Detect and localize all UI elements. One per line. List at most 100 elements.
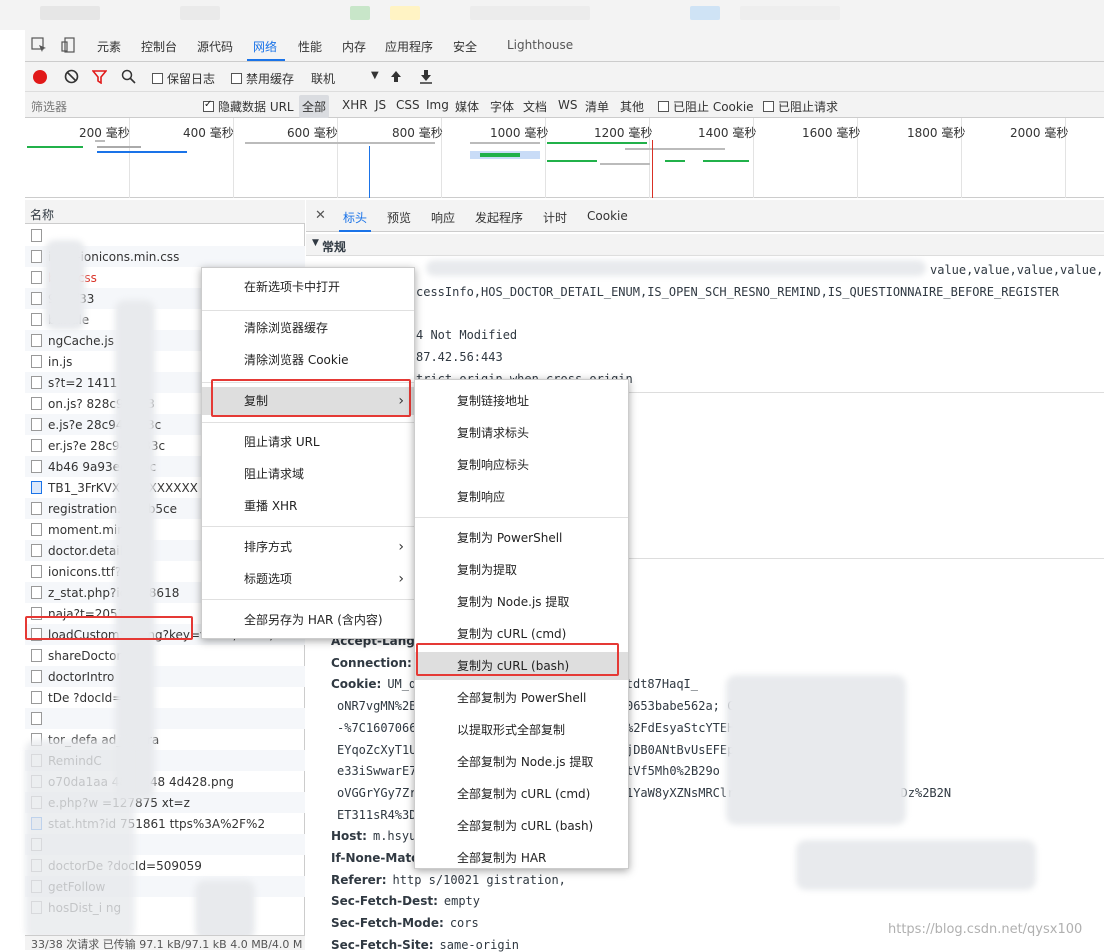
tab-initiator[interactable]: 发起程序	[475, 209, 523, 226]
blurred-region	[115, 300, 155, 800]
submenu-copy-all-curl-cmd[interactable]: 全部复制为 cURL (cmd)	[415, 780, 628, 808]
submenu-copy-node-fetch[interactable]: 复制为 Node.js 提取	[415, 588, 628, 616]
tab-elements[interactable]: 元素	[97, 38, 121, 55]
tab-response[interactable]: 响应	[431, 209, 455, 226]
blocked-requests-checkbox[interactable]: 已阻止请求	[763, 98, 838, 115]
filter-bar: 筛选器 隐藏数据 URL 全部 XHR JS CSS Img 媒体 字体 文档 …	[25, 92, 1104, 118]
tab-security[interactable]: 安全	[453, 38, 477, 55]
record-icon[interactable]	[33, 70, 47, 84]
type-filter-ws[interactable]: WS	[558, 98, 577, 112]
submenu-copy-all-fetch[interactable]: 以提取形式全部复制	[415, 716, 628, 744]
timing-bar	[625, 148, 725, 150]
general-line: value,value,value,value,va	[930, 263, 1104, 277]
time-tick: 200 毫秒	[79, 126, 130, 140]
type-filter-img[interactable]: Img	[426, 98, 449, 112]
file-icon	[31, 334, 42, 347]
tab-network[interactable]: 网络	[253, 38, 277, 55]
request-header-line: Referer: http s/10021 gistration,	[331, 873, 566, 887]
menu-open-new-tab[interactable]: 在新选项卡中打开	[202, 273, 414, 301]
inspect-element-icon[interactable]	[31, 37, 47, 53]
file-icon	[31, 376, 42, 389]
submenu-copy-powershell[interactable]: 复制为 PowerShell	[415, 524, 628, 552]
menu-sort-label: 排序方式	[244, 540, 293, 554]
preserve-log-checkbox[interactable]: 保留日志	[152, 70, 215, 87]
export-har-icon[interactable]	[419, 69, 433, 87]
request-row[interactable]: doctorIntro	[25, 666, 305, 687]
submenu-copy-response[interactable]: 复制响应	[415, 483, 628, 511]
tab-memory[interactable]: 内存	[342, 38, 366, 55]
highlight-box-curl-bash	[416, 643, 619, 676]
disable-cache-label: 禁用缓存	[246, 72, 295, 86]
submenu-copy-all-curl-bash[interactable]: 全部复制为 cURL (bash)	[415, 812, 628, 840]
header-value: http s/10021 gistration,	[392, 872, 566, 887]
file-icon	[31, 229, 42, 242]
request-row[interactable]: shareDoctor	[25, 645, 305, 666]
timeline-overview[interactable]: 200 毫秒 400 毫秒 600 毫秒 800 毫秒 1000 毫秒 1200…	[25, 118, 1104, 198]
type-filter-media[interactable]: 媒体	[455, 98, 479, 115]
menu-clear-cookies[interactable]: 清除浏览器 Cookie	[202, 346, 414, 374]
hide-data-urls-checkbox[interactable]: 隐藏数据 URL	[203, 98, 294, 115]
type-filter-manifest[interactable]: 清单	[585, 98, 609, 115]
menu-replay-xhr[interactable]: 重播 XHR	[202, 492, 414, 520]
submenu-copy-all-node-fetch[interactable]: 全部复制为 Node.js 提取	[415, 748, 628, 776]
submenu-copy-all-powershell[interactable]: 全部复制为 PowerShell	[415, 684, 628, 712]
file-icon	[31, 649, 42, 662]
timing-bar	[600, 163, 650, 165]
timing-bar	[470, 142, 540, 144]
name-column-header[interactable]: 名称	[30, 206, 54, 223]
tab-headers[interactable]: 标头	[343, 209, 367, 226]
import-har-icon[interactable]	[389, 69, 403, 87]
throttle-select[interactable]: 联机 ▼	[311, 70, 381, 87]
filter-input[interactable]: 筛选器	[31, 98, 191, 115]
request-row[interactable]: tDe ?docId=509	[25, 687, 305, 708]
type-filter-other[interactable]: 其他	[620, 98, 644, 115]
request-header-line: Connection:k	[331, 656, 425, 670]
submenu-copy-all-har[interactable]: 全部复制为 HAR	[415, 844, 628, 868]
disable-cache-checkbox[interactable]: 禁用缓存	[231, 70, 294, 87]
blocked-cookies-checkbox[interactable]: 已阻止 Cookie	[658, 98, 754, 115]
request-name: doctorIntro	[48, 670, 115, 684]
tab-application[interactable]: 应用程序	[385, 38, 433, 55]
file-icon	[31, 313, 42, 326]
submenu-copy-link[interactable]: 复制链接地址	[415, 387, 628, 415]
menu-header-options[interactable]: 标题选项 ›	[202, 565, 414, 593]
tab-performance[interactable]: 性能	[298, 38, 322, 55]
request-header-line: ET311sR4%3D	[331, 808, 416, 822]
tab-preview[interactable]: 预览	[387, 209, 411, 226]
close-icon[interactable]: ✕	[315, 208, 326, 223]
preserve-log-label: 保留日志	[167, 72, 216, 86]
type-filter-js[interactable]: JS	[375, 98, 386, 112]
filter-icon[interactable]	[91, 69, 108, 87]
file-icon	[31, 355, 42, 368]
tab-timing[interactable]: 计时	[543, 209, 567, 226]
menu-block-domain[interactable]: 阻止请求域	[202, 460, 414, 488]
timing-bar	[97, 151, 187, 153]
clear-icon[interactable]	[64, 69, 79, 87]
tab-lighthouse[interactable]: Lighthouse	[507, 38, 573, 52]
type-filter-xhr[interactable]: XHR	[342, 98, 368, 112]
menu-block-url[interactable]: 阻止请求 URL	[202, 428, 414, 456]
menu-sort-by[interactable]: 排序方式 ›	[202, 533, 414, 561]
menu-separator	[202, 422, 414, 423]
time-tick: 600 毫秒	[287, 126, 338, 140]
active-tab-indicator	[247, 59, 285, 61]
search-icon[interactable]	[121, 69, 136, 87]
type-filter-doc[interactable]: 文档	[523, 98, 547, 115]
header-name: Cookie:	[331, 677, 382, 692]
device-toolbar-icon[interactable]	[61, 37, 77, 53]
type-filter-font[interactable]: 字体	[490, 98, 514, 115]
type-filter-all[interactable]: 全部	[299, 95, 330, 118]
timing-bar	[95, 140, 105, 142]
menu-save-har[interactable]: 全部另存为 HAR (含内容)	[202, 606, 414, 634]
tab-cookies[interactable]: Cookie	[587, 209, 628, 223]
submenu-copy-response-headers[interactable]: 复制响应标头	[415, 451, 628, 479]
type-filter-css[interactable]: CSS	[396, 98, 420, 112]
general-section-header[interactable]: ▼ 常规	[306, 234, 1104, 256]
tab-console[interactable]: 控制台	[141, 38, 177, 55]
request-row[interactable]	[25, 708, 305, 729]
tab-sources[interactable]: 源代码	[197, 38, 233, 55]
submenu-copy-fetch[interactable]: 复制为提取	[415, 556, 628, 584]
submenu-copy-request-headers[interactable]: 复制请求标头	[415, 419, 628, 447]
general-line: cessInfo,HOS_DOCTOR_DETAIL_ENUM,IS_OPEN_…	[416, 285, 1059, 299]
menu-clear-cache[interactable]: 清除浏览器缓存	[202, 314, 414, 342]
